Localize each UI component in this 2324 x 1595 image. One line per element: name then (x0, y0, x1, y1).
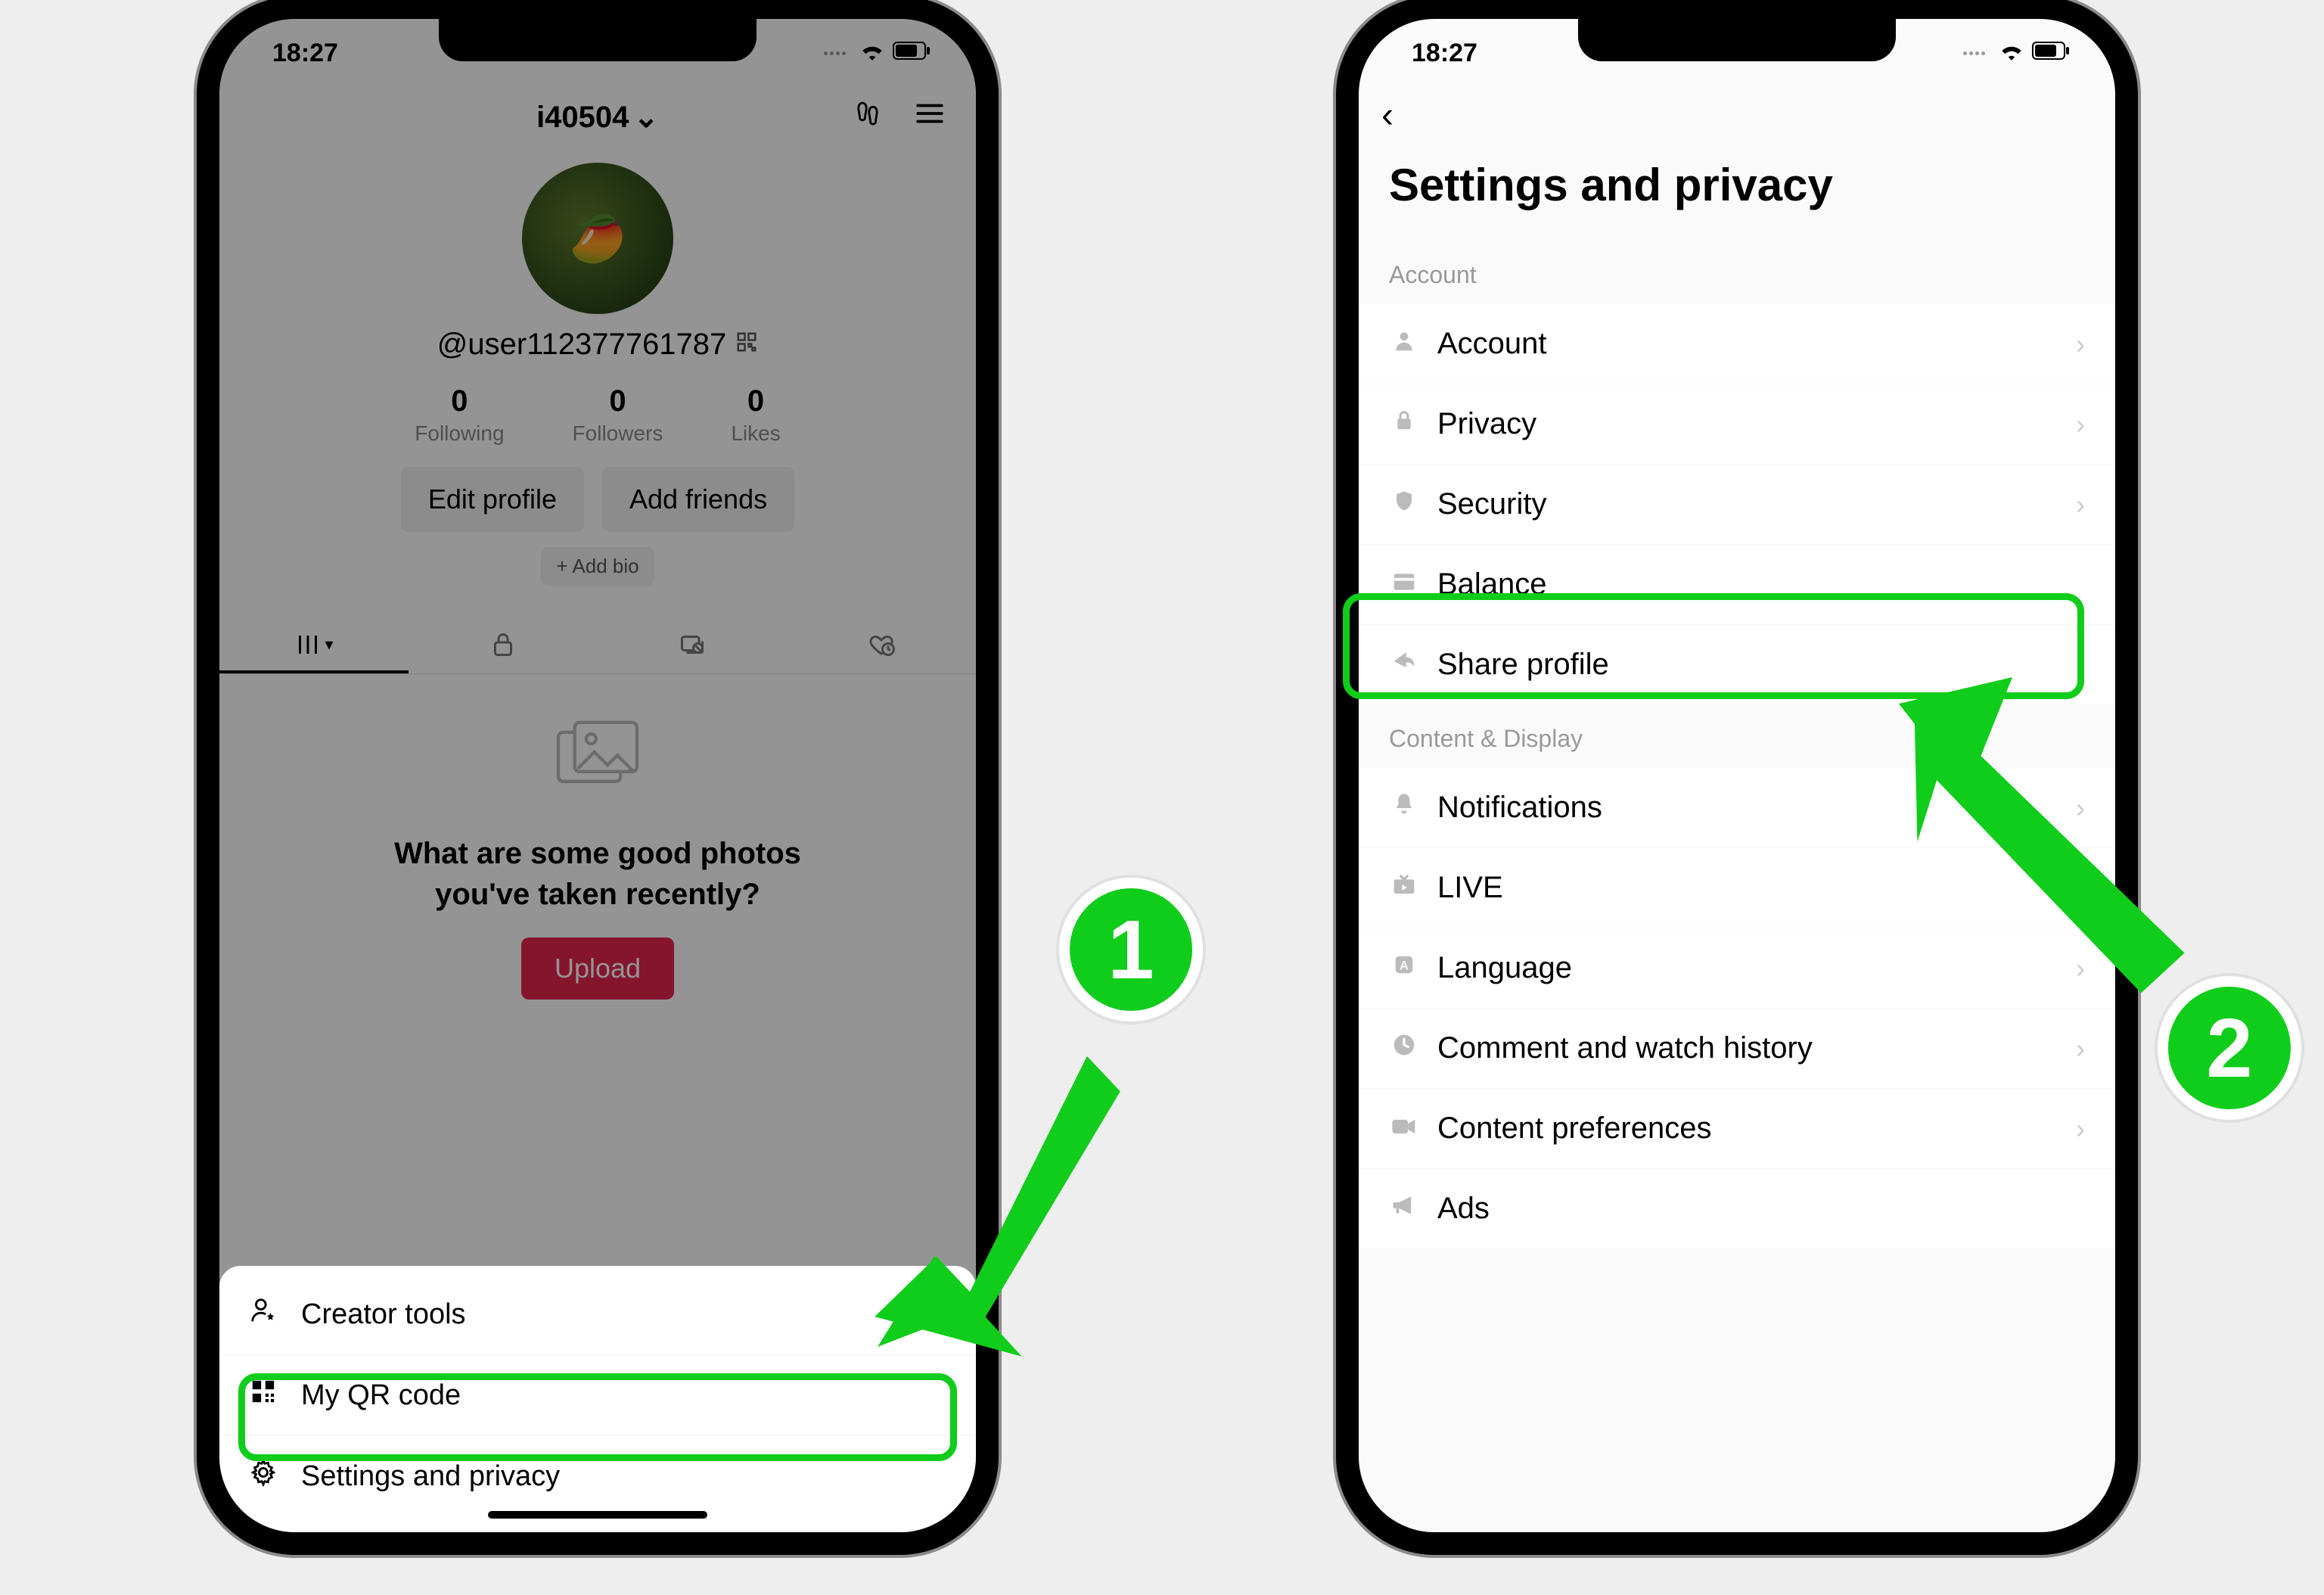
menu-item-label: My QR code (301, 1379, 461, 1412)
battery-icon (2032, 41, 2070, 65)
empty-state-prompt: What are some good photos you've taken r… (265, 833, 931, 915)
footprint-icon[interactable] (852, 98, 884, 137)
top-bar: i40504 ⌄ (219, 87, 976, 148)
edit-profile-button[interactable]: Edit profile (401, 467, 584, 532)
list-item-label: Notifications (1437, 791, 1602, 825)
chevron-down-icon: ⌄ (633, 100, 659, 135)
status-icons (824, 41, 931, 66)
stat-followers[interactable]: 0 Followers (573, 384, 663, 446)
wallet-icon (1389, 570, 1419, 599)
section-header-account: Account (1359, 241, 2115, 304)
list-item-label: Account (1437, 327, 1547, 361)
list-item-label: Privacy (1437, 407, 1536, 441)
tab-feed[interactable]: ▾ (219, 616, 409, 673)
qr-code-icon (247, 1379, 280, 1412)
status-time: 18:27 (1412, 39, 1477, 68)
profile-tabs: ▾ (219, 616, 976, 674)
status-icons (1963, 41, 2070, 66)
profile-page: i40504 ⌄ 🥭 @user112377761787 (219, 87, 976, 1037)
home-indicator (488, 1511, 707, 1519)
upload-button[interactable]: Upload (521, 937, 674, 1000)
notch (1578, 19, 1896, 61)
list-item-label: Comment and watch history (1437, 1031, 1813, 1065)
page-title: Settings and privacy (1359, 144, 2115, 241)
empty-state: What are some good photos you've taken r… (219, 674, 976, 1037)
add-friends-button[interactable]: Add friends (602, 467, 794, 532)
username-row: @user112377761787 (219, 328, 976, 362)
account-switcher[interactable]: i40504 ⌄ (536, 100, 659, 135)
settings-item-security[interactable]: Security › (1359, 465, 2115, 545)
notch (439, 19, 757, 61)
bell-icon (1389, 791, 1419, 824)
stat-following[interactable]: 0 Following (415, 384, 504, 446)
menu-item-qr-code[interactable]: My QR code (219, 1356, 976, 1435)
nav-bar: ‹ (1359, 87, 2115, 144)
chevron-right-icon: › (2076, 1033, 2085, 1065)
chevron-right-icon: › (2076, 328, 2085, 360)
menu-item-label: Creator tools (301, 1298, 466, 1331)
list-item-label: Security (1437, 487, 1547, 521)
arrow-2 (1876, 658, 2194, 1025)
settings-item-content-preferences[interactable]: Content preferences › (1359, 1089, 2115, 1169)
arrow-1 (855, 1006, 1127, 1366)
settings-item-balance[interactable]: Balance (1359, 545, 2115, 625)
person-star-icon (247, 1296, 280, 1332)
clock-icon (1389, 1033, 1419, 1064)
wifi-icon (859, 41, 885, 66)
tab-private[interactable] (409, 616, 598, 673)
language-icon: A (1389, 953, 1419, 983)
stats-row: 0 Following 0 Followers 0 Likes (219, 384, 976, 446)
share-icon (1389, 650, 1419, 679)
settings-item-account[interactable]: Account › (1359, 304, 2115, 384)
video-icon (1389, 1114, 1419, 1143)
list-item-label: Ads (1437, 1192, 1490, 1226)
tab-reposts[interactable] (598, 616, 787, 673)
lock-icon (1389, 409, 1419, 440)
shield-icon (1389, 488, 1419, 521)
list-item-label: Balance (1437, 567, 1547, 602)
photos-placeholder-icon (265, 712, 931, 812)
step-badge-2: 2 (2158, 976, 2301, 1120)
list-item-label: Share profile (1437, 648, 1609, 682)
list-item-label: LIVE (1437, 871, 1503, 905)
megaphone-icon (1389, 1194, 1419, 1223)
battery-icon (893, 41, 931, 65)
svg-text:A: A (1400, 959, 1409, 972)
step-badge-1: 1 (1059, 878, 1203, 1021)
settings-item-privacy[interactable]: Privacy › (1359, 384, 2115, 465)
avatar[interactable]: 🥭 (522, 163, 673, 314)
menu-item-settings-privacy[interactable]: Settings and privacy (219, 1435, 976, 1517)
chevron-right-icon: › (2076, 489, 2085, 521)
chevron-right-icon: › (2076, 409, 2085, 440)
qr-icon[interactable] (735, 331, 758, 359)
hamburger-menu-icon[interactable] (914, 98, 946, 137)
list-item-label: Content preferences (1437, 1112, 1711, 1146)
tab-liked[interactable] (787, 616, 976, 673)
gear-icon (247, 1458, 280, 1494)
settings-item-ads[interactable]: Ads (1359, 1169, 2115, 1249)
person-icon (1389, 328, 1419, 359)
wifi-icon (1999, 41, 2024, 66)
stat-likes[interactable]: 0 Likes (731, 384, 780, 446)
list-item-label: Language (1437, 951, 1572, 985)
account-switcher-label: i40504 (536, 101, 629, 135)
live-icon (1389, 873, 1419, 903)
chevron-right-icon: › (2076, 1113, 2085, 1145)
username-handle: @user112377761787 (437, 328, 726, 362)
back-button[interactable]: ‹ (1381, 95, 1393, 135)
add-bio-button[interactable]: + Add bio (541, 547, 654, 586)
menu-item-label: Settings and privacy (301, 1460, 560, 1493)
status-time: 18:27 (272, 39, 338, 68)
